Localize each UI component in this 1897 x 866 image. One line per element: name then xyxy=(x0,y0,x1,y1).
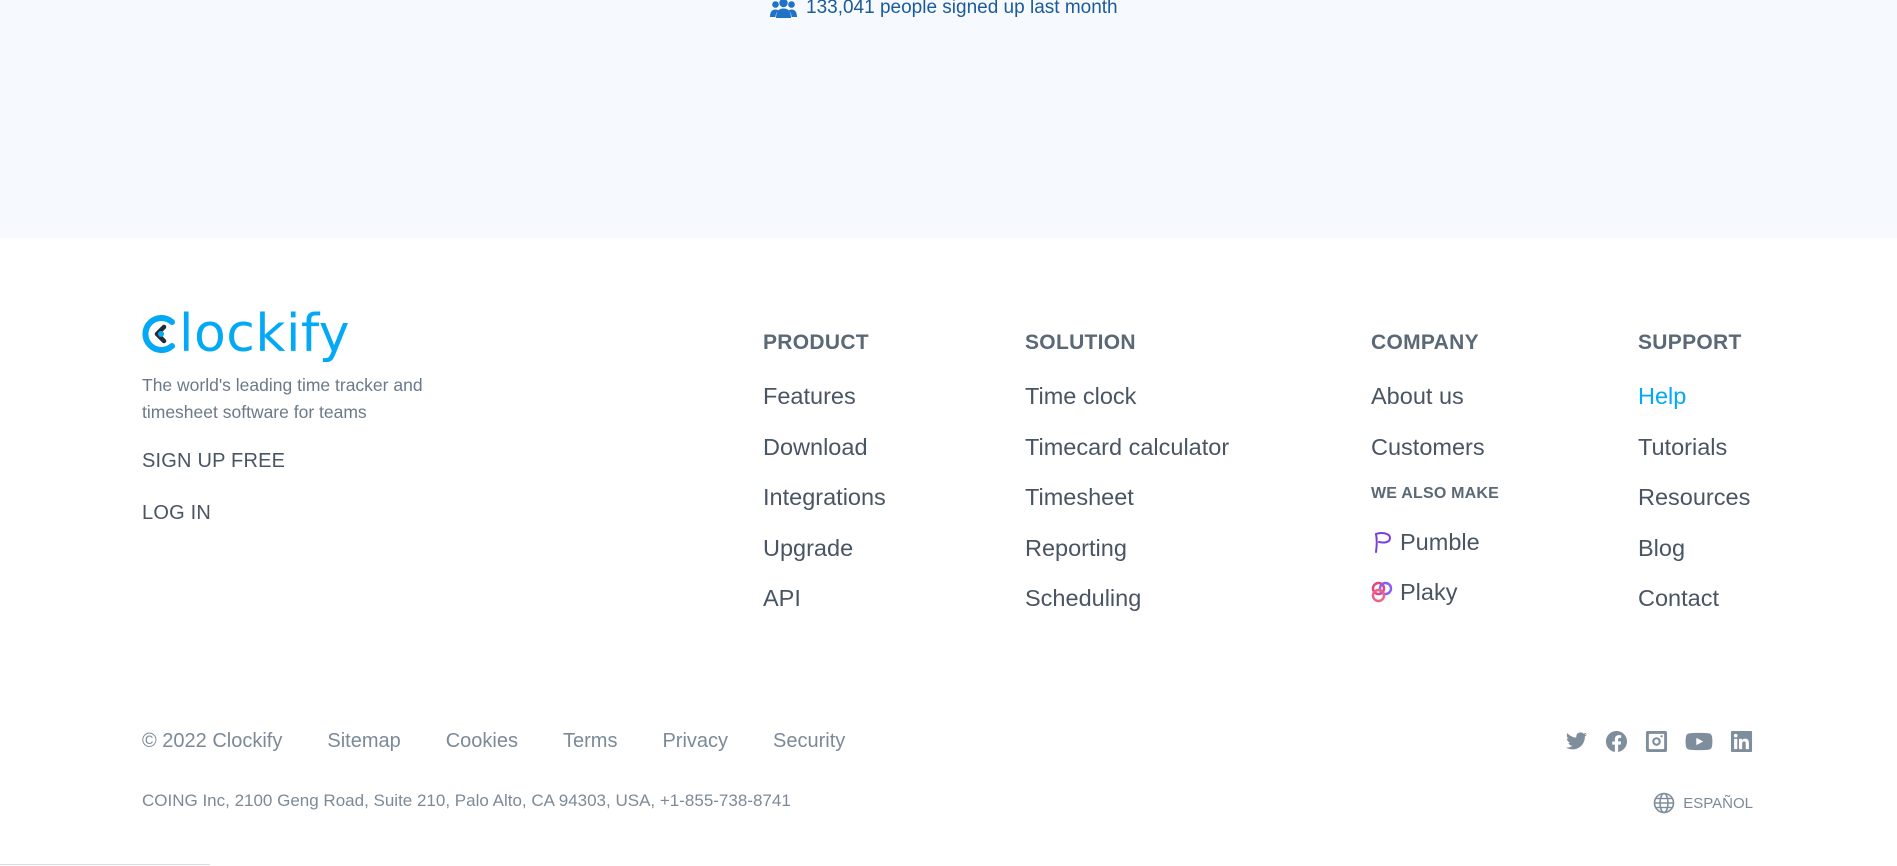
footer-link-customers[interactable]: Customers xyxy=(1371,434,1499,485)
footer-link-about-us[interactable]: About us xyxy=(1371,383,1499,434)
footer-link-features[interactable]: Features xyxy=(763,383,886,434)
footer-link-blog[interactable]: Blog xyxy=(1638,535,1750,586)
youtube-icon[interactable] xyxy=(1685,730,1713,753)
footer-link-plaky[interactable]: Plaky xyxy=(1371,567,1499,617)
company-heading: COMPANY xyxy=(1371,331,1479,354)
clockify-logo-icon xyxy=(142,315,175,353)
logo-wordmark: lockify xyxy=(179,304,351,364)
instagram-icon[interactable] xyxy=(1645,730,1668,753)
footer-link-contact[interactable]: Contact xyxy=(1638,585,1750,636)
plaky-icon xyxy=(1371,581,1393,603)
footer-link-integrations[interactable]: Integrations xyxy=(763,484,886,535)
social-links xyxy=(1565,730,1753,753)
log-in-link[interactable]: LOG IN xyxy=(142,502,211,525)
support-column: SUPPORT Help Tutorials Resources Blog Co… xyxy=(1638,330,1750,636)
users-icon xyxy=(770,0,797,18)
support-heading: SUPPORT xyxy=(1638,331,1742,354)
security-link[interactable]: Security xyxy=(773,730,845,753)
brand-tagline: The world's leading time tracker and tim… xyxy=(142,375,423,422)
pumble-label: Pumble xyxy=(1400,528,1480,555)
pumble-icon xyxy=(1374,532,1392,553)
terms-link[interactable]: Terms xyxy=(563,730,617,753)
signup-banner xyxy=(0,0,1897,238)
footer-link-api[interactable]: API xyxy=(763,585,886,636)
divider xyxy=(0,864,210,865)
footer-link-timesheet[interactable]: Timesheet xyxy=(1025,484,1229,535)
product-heading: PRODUCT xyxy=(763,331,869,354)
solution-column: SOLUTION Time clock Timecard calculator … xyxy=(1025,330,1229,636)
footer-link-download[interactable]: Download xyxy=(763,434,886,485)
twitter-icon[interactable] xyxy=(1565,730,1588,753)
footer-link-time-clock[interactable]: Time clock xyxy=(1025,383,1229,434)
cookies-link[interactable]: Cookies xyxy=(446,730,518,753)
company-column: COMPANY About us Customers WE ALSO MAKE … xyxy=(1371,330,1499,617)
privacy-link[interactable]: Privacy xyxy=(662,730,728,753)
sitemap-link[interactable]: Sitemap xyxy=(327,730,400,753)
sign-up-free-link[interactable]: SIGN UP FREE xyxy=(142,450,285,473)
copyright: © 2022 Clockify xyxy=(142,730,283,752)
company-address: COING Inc, 2100 Geng Road, Suite 210, Pa… xyxy=(142,791,791,810)
plaky-label: Plaky xyxy=(1400,578,1458,605)
facebook-icon[interactable] xyxy=(1605,730,1628,753)
footer-link-help[interactable]: Help xyxy=(1638,383,1750,434)
legal-links: © 2022 Clockify Sitemap Cookies Terms Pr… xyxy=(142,730,845,753)
signup-count: 133,041 people signed up last month xyxy=(770,0,1118,19)
footer-link-resources[interactable]: Resources xyxy=(1638,484,1750,535)
footer-link-pumble[interactable]: Pumble xyxy=(1371,517,1499,567)
footer-link-timecard-calculator[interactable]: Timecard calculator xyxy=(1025,434,1229,485)
globe-icon xyxy=(1653,792,1675,814)
footer-link-upgrade[interactable]: Upgrade xyxy=(763,535,886,586)
product-column: PRODUCT Features Download Integrations U… xyxy=(763,330,886,636)
signup-count-text: 133,041 people signed up last month xyxy=(806,0,1118,18)
footer-link-scheduling[interactable]: Scheduling xyxy=(1025,585,1229,636)
clockify-logo[interactable]: lockify xyxy=(142,306,350,362)
language-switcher[interactable]: ESPAÑOL xyxy=(1653,792,1753,814)
we-also-make-heading: WE ALSO MAKE xyxy=(1371,485,1500,502)
footer-link-tutorials[interactable]: Tutorials xyxy=(1638,434,1750,485)
footer-link-reporting[interactable]: Reporting xyxy=(1025,535,1229,586)
solution-heading: SOLUTION xyxy=(1025,331,1136,354)
language-label: ESPAÑOL xyxy=(1683,794,1753,812)
linkedin-icon[interactable] xyxy=(1730,730,1753,753)
